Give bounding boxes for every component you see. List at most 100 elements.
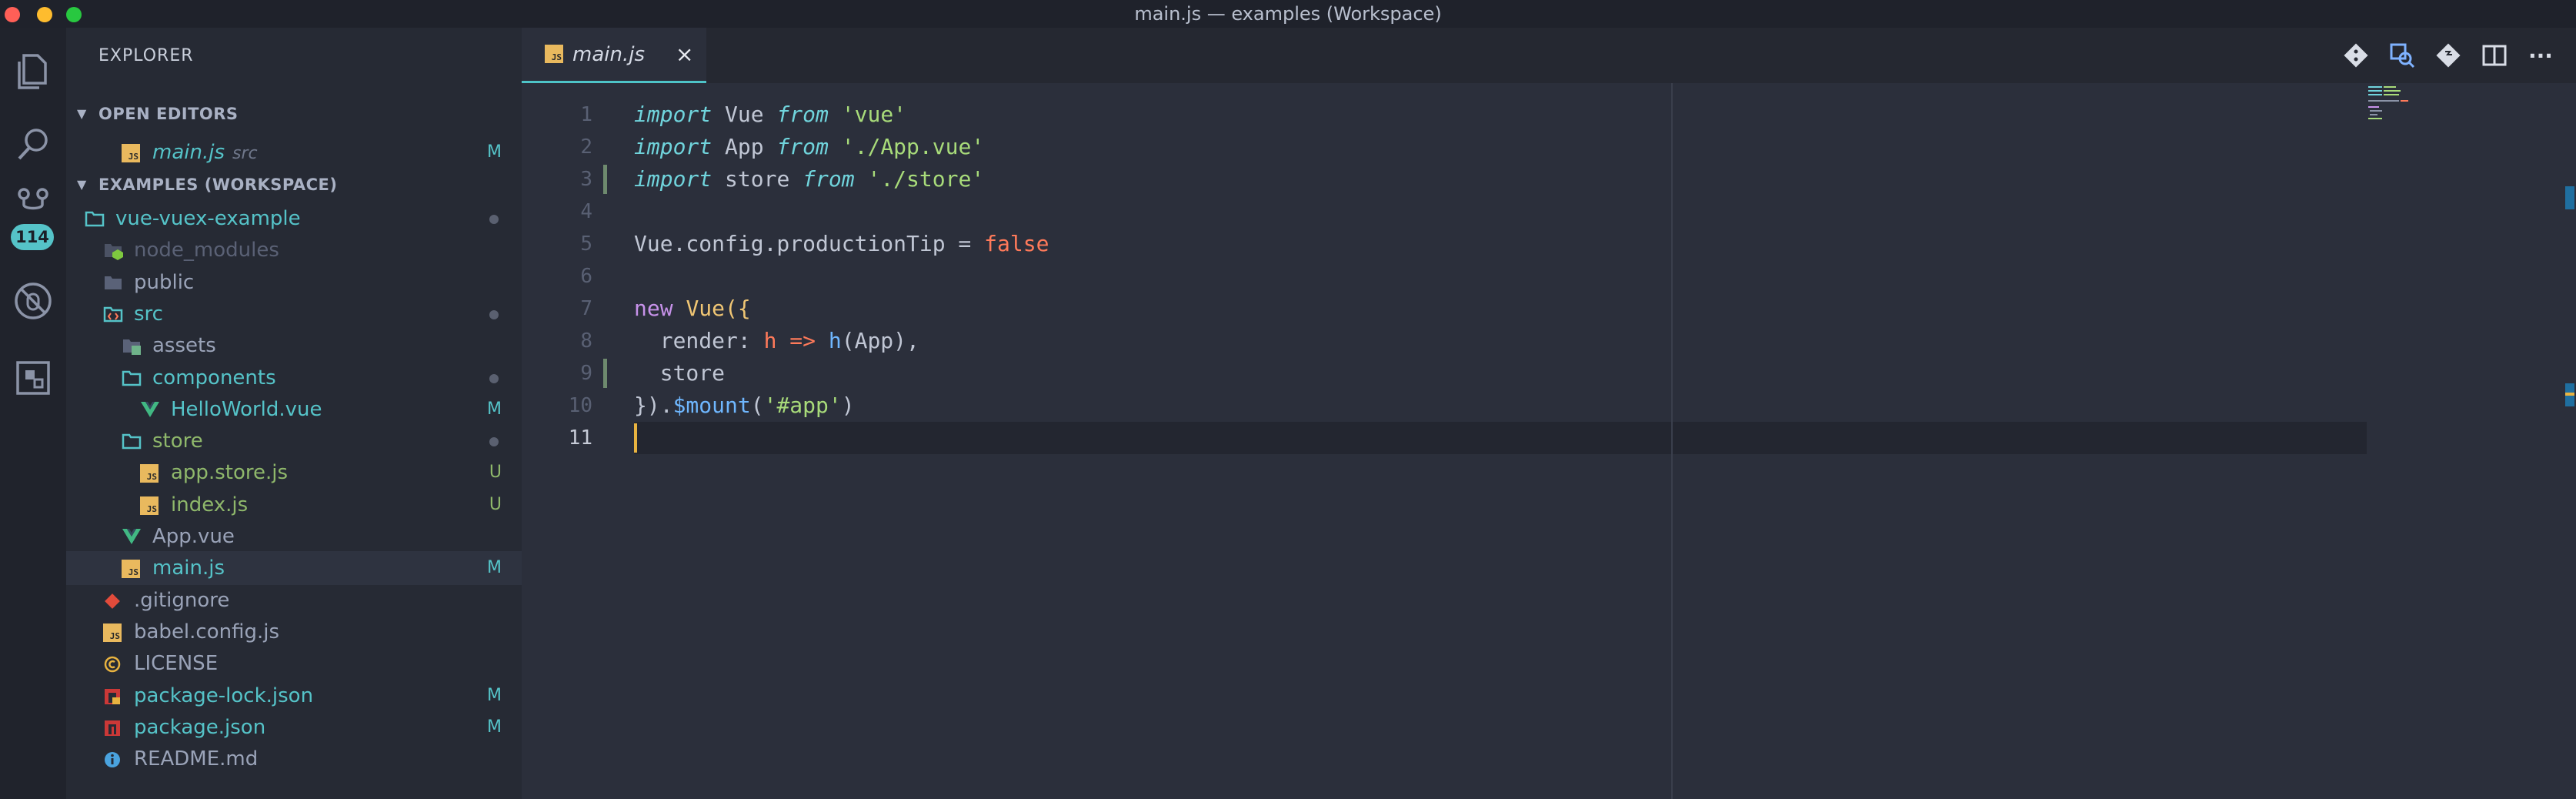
tree-item[interactable]: public xyxy=(66,266,522,299)
src-folder-icon xyxy=(103,306,123,324)
git-compare-icon[interactable] xyxy=(2342,42,2370,69)
code-line: Vue.config.productionTip = false xyxy=(634,228,1049,260)
git-status-badge: M xyxy=(487,399,502,419)
tree-item-label: .gitignore xyxy=(134,588,230,612)
tree-item[interactable]: package-lock.json M xyxy=(66,679,522,713)
debug-icon[interactable] xyxy=(9,277,57,325)
tree-item[interactable]: vue-vuex-example xyxy=(66,202,522,236)
git-status-badge: M xyxy=(487,558,502,578)
scrollbar-marker xyxy=(2565,186,2574,209)
code-token: ( xyxy=(750,393,764,418)
tree-item[interactable]: components xyxy=(66,361,522,395)
modified-line-indicator xyxy=(603,359,607,388)
js-file-icon: JS xyxy=(122,560,140,579)
modified-dot xyxy=(489,215,499,224)
line-number: 2 xyxy=(580,135,592,159)
tree-item[interactable]: JS babel.config.js xyxy=(66,615,522,649)
js-file-icon: JS xyxy=(103,623,122,642)
code-token: 'vue' xyxy=(841,102,907,127)
code-token: Vue xyxy=(712,102,777,127)
folder-icon xyxy=(103,274,122,293)
code-token: ) xyxy=(841,393,855,418)
code-token: import xyxy=(634,166,712,192)
code-token: = xyxy=(945,231,985,256)
open-editor-description: src xyxy=(232,144,258,163)
tree-item-label: src xyxy=(134,302,163,326)
tree-item[interactable]: JS main.js M xyxy=(66,551,522,586)
extensions-icon[interactable] xyxy=(9,354,57,402)
code-token: render: xyxy=(634,328,764,353)
git-status-badge: U xyxy=(489,494,502,514)
code-token: '#app' xyxy=(763,393,842,418)
open-editor-item[interactable]: JS main.js src M xyxy=(66,135,522,169)
tree-item[interactable]: JS app.store.js U xyxy=(66,456,522,490)
code-line: import Vue from 'vue' xyxy=(634,99,906,131)
vue-file-icon xyxy=(140,401,159,420)
code-token: Vue xyxy=(686,296,726,321)
code-token: => xyxy=(789,328,816,353)
code-line: import store from './store' xyxy=(634,163,984,196)
tree-item[interactable]: src xyxy=(66,297,522,331)
license-icon xyxy=(103,655,122,674)
more-actions-icon[interactable]: ··· xyxy=(2527,42,2554,69)
folder-open-icon xyxy=(85,210,105,229)
tree-item-label: package.json xyxy=(134,715,266,739)
tree-item[interactable]: LICENSE xyxy=(66,647,522,680)
tree-item[interactable]: App.vue xyxy=(66,520,522,553)
code-token: './App.vue' xyxy=(841,134,985,159)
tree-item[interactable]: .gitignore xyxy=(66,583,522,617)
line-number: 7 xyxy=(580,297,592,320)
code-token: }). xyxy=(634,393,673,418)
explorer-title: EXPLORER xyxy=(98,46,194,65)
tree-item[interactable]: package.json M xyxy=(66,710,522,744)
open-editors-header[interactable]: ▼ OPEN EDITORS xyxy=(66,99,522,129)
files-icon[interactable] xyxy=(9,48,57,95)
tree-item[interactable]: assets xyxy=(66,329,522,363)
info-icon xyxy=(103,751,122,769)
modified-line-indicator xyxy=(603,165,607,194)
tree-item[interactable]: JS index.js U xyxy=(66,488,522,522)
tab-label: main.js xyxy=(572,43,645,66)
title-bar: main.js — examples (Workspace) xyxy=(0,0,2576,28)
tree-item[interactable]: README.md xyxy=(66,742,522,776)
text-cursor xyxy=(634,423,637,453)
code-token: $mount xyxy=(672,393,751,418)
code-token: import xyxy=(634,134,712,159)
js-file-icon: JS xyxy=(140,496,158,515)
tree-item[interactable]: store xyxy=(66,424,522,458)
tree-item-label: README.md xyxy=(134,747,259,771)
line-number: 4 xyxy=(580,200,592,223)
workspace-header[interactable]: ▼ EXAMPLES (WORKSPACE) xyxy=(66,169,522,200)
search-icon[interactable] xyxy=(9,120,57,168)
tab-main-js[interactable]: JS main.js × xyxy=(522,28,706,83)
tree-item[interactable]: HelloWorld.vue M xyxy=(66,393,522,426)
code-token: (App), xyxy=(841,328,919,353)
git-status-badge: M xyxy=(487,685,502,705)
tree-item-label: app.store.js xyxy=(171,461,289,485)
code-line: }).$mount('#app') xyxy=(634,389,855,422)
code-token: import xyxy=(634,102,712,127)
source-control-icon[interactable] xyxy=(9,182,57,229)
code-token: store xyxy=(634,360,726,386)
close-icon[interactable]: × xyxy=(676,42,693,67)
npm-lock-icon xyxy=(103,687,122,706)
open-changes-icon[interactable] xyxy=(2388,42,2416,69)
line-number: 3 xyxy=(580,168,592,191)
source-control-badge: 114 xyxy=(11,224,54,250)
tree-item[interactable]: node_modules xyxy=(66,233,522,267)
minimap[interactable] xyxy=(2367,83,2521,129)
current-line-highlight xyxy=(634,422,2367,454)
line-number: 11 xyxy=(568,426,592,450)
code-token: h xyxy=(828,328,842,353)
code-token: from xyxy=(776,102,829,127)
git-commit-icon[interactable] xyxy=(2434,42,2462,69)
code-line: render: h => h(App), xyxy=(634,325,919,357)
tree-item-label: App.vue xyxy=(152,525,235,548)
split-editor-icon[interactable] xyxy=(2481,42,2508,69)
code-token: h xyxy=(763,328,777,353)
code-editor[interactable]: 1 2 3 4 5 6 7 8 9 10 11 import Vue from 'vue' import… xyxy=(522,83,2576,799)
